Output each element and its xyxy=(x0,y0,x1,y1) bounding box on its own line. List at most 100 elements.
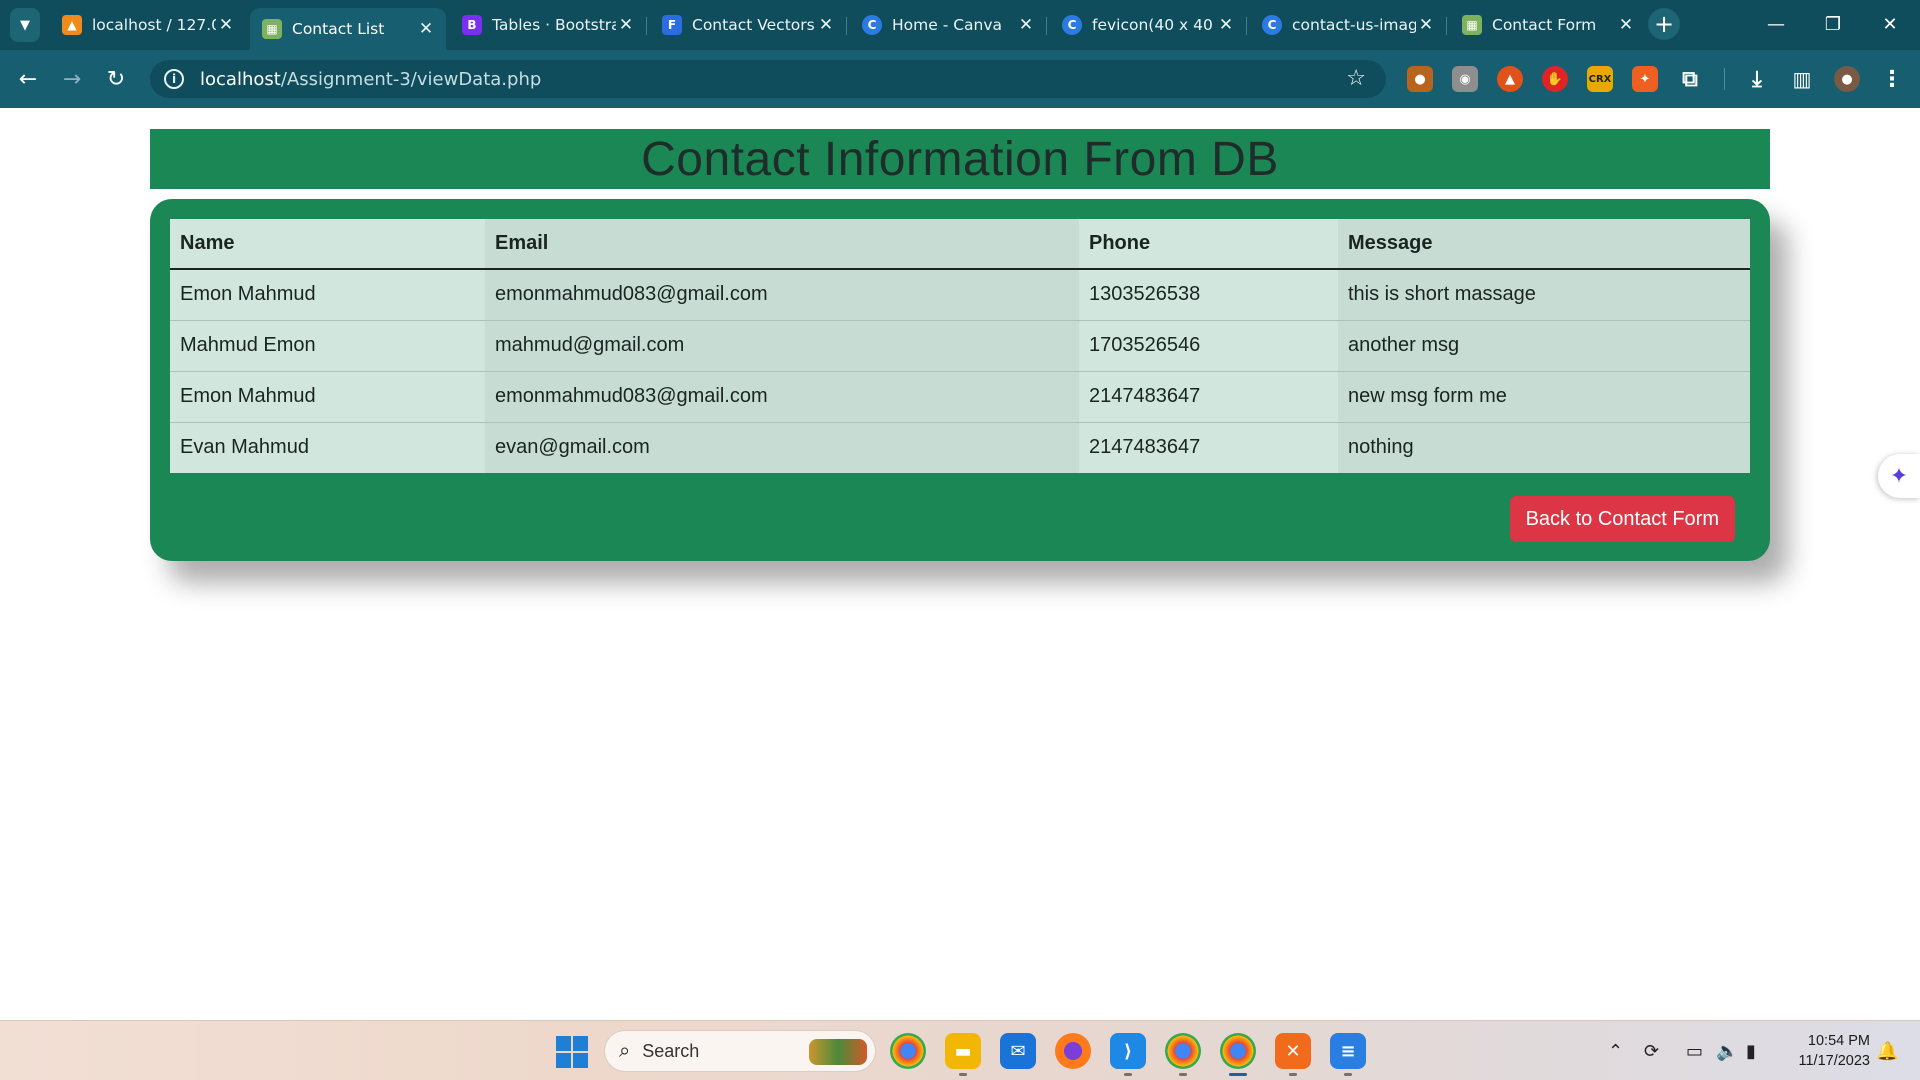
vscode-taskbar-icon[interactable]: ⟩ xyxy=(1110,1033,1146,1069)
cookie-extension-icon[interactable]: ● xyxy=(1407,66,1433,92)
mail-taskbar-icon[interactable]: ✉ xyxy=(1000,1033,1036,1069)
cell-message: this is short massage xyxy=(1338,268,1750,320)
chrome-active-taskbar-icon[interactable] xyxy=(1220,1033,1256,1069)
contacts-card: Name Email Phone Message Emon Mahmud emo… xyxy=(150,199,1770,561)
close-icon[interactable]: ✕ xyxy=(1216,15,1236,35)
file-explorer-taskbar-icon[interactable]: ▬ xyxy=(945,1033,981,1069)
plus-icon: + xyxy=(1653,10,1675,38)
tab-search-button[interactable]: ▼ xyxy=(10,8,40,42)
cell-email: mahmud@gmail.com xyxy=(485,319,1079,371)
cell-message: new msg form me xyxy=(1338,370,1750,422)
tab-phpmyadmin[interactable]: ▲ localhost / 127.0. ✕ xyxy=(50,8,246,42)
tab-contact-vectors[interactable]: F Contact Vectors, ✕ xyxy=(650,8,846,42)
tab-title: fevicon(40 x 40 p xyxy=(1092,16,1216,34)
page-header: Contact Information From DB xyxy=(150,129,1770,189)
url-path: /Assignment-3/viewData.php xyxy=(280,68,542,90)
notepad-taskbar-icon[interactable]: ≡ xyxy=(1330,1033,1366,1069)
minimize-button[interactable]: — xyxy=(1756,8,1796,40)
running-indicator xyxy=(1124,1073,1132,1076)
fire-extension-icon[interactable]: ▲ xyxy=(1497,66,1523,92)
network-icon[interactable]: ▭ xyxy=(1686,1037,1703,1065)
close-window-button[interactable]: ✕ xyxy=(1870,8,1910,40)
battery-icon[interactable]: ▮ xyxy=(1746,1037,1756,1065)
chrome-profile-taskbar-icon[interactable] xyxy=(1165,1033,1201,1069)
volume-icon[interactable]: 🔈 xyxy=(1716,1037,1738,1065)
close-icon[interactable]: ✕ xyxy=(216,15,236,35)
taskbar: ⌕ Search ▬ ✉ ⟩ ✕ ≡ ⌃ ⟳ ▭ 🔈 ▮ 10:54 PM 11… xyxy=(0,1020,1920,1080)
start-button[interactable] xyxy=(556,1036,588,1068)
extensions-puzzle-icon[interactable]: ⧉ xyxy=(1677,66,1703,92)
table-header-row: Name Email Phone Message xyxy=(170,219,1750,270)
show-hidden-icons-chevron-icon[interactable]: ⌃ xyxy=(1608,1037,1623,1065)
tab-canva-contact-image[interactable]: C contact-us-imag ✕ xyxy=(1250,8,1446,42)
ai-sparkle-button[interactable]: ✦ xyxy=(1878,454,1920,498)
close-icon[interactable]: ✕ xyxy=(416,19,436,39)
close-icon[interactable]: ✕ xyxy=(1016,15,1036,35)
search-icon: ⌕ xyxy=(619,1039,631,1062)
raccoon-extension-icon[interactable]: ◉ xyxy=(1452,66,1478,92)
clock-time: 10:54 PM xyxy=(1807,1033,1870,1049)
crx-extension-icon[interactable]: CRX xyxy=(1587,66,1613,92)
windows-logo-icon xyxy=(573,1053,588,1068)
firefox-taskbar-icon[interactable] xyxy=(1055,1033,1091,1069)
close-icon[interactable]: ✕ xyxy=(1616,15,1636,35)
close-icon: ✕ xyxy=(1882,13,1898,35)
tab-title: Contact List xyxy=(292,20,385,38)
system-clock[interactable]: 10:54 PM 11/17/2023 xyxy=(1782,1031,1871,1071)
notification-bell-icon[interactable]: 🔔 xyxy=(1876,1037,1898,1065)
reload-button[interactable]: ↻ xyxy=(100,63,132,95)
taskbar-search[interactable]: ⌕ Search xyxy=(604,1030,876,1072)
bookmark-star-icon[interactable]: ☆ xyxy=(1346,66,1366,91)
close-icon[interactable]: ✕ xyxy=(616,15,636,35)
column-header-email: Email xyxy=(485,219,1079,270)
cell-phone: 2147483647 xyxy=(1079,370,1338,422)
cell-phone: 1703526546 xyxy=(1079,319,1338,371)
tab-contact-list[interactable]: ▦ Contact List ✕ xyxy=(250,8,446,50)
back-to-contact-form-button[interactable]: Back to Contact Form xyxy=(1509,496,1735,542)
tab-canva-favicon[interactable]: C fevicon(40 x 40 p ✕ xyxy=(1050,8,1246,42)
column-header-phone: Phone xyxy=(1079,219,1338,270)
tab-title: Contact Form xyxy=(1492,16,1597,34)
tab-separator xyxy=(646,17,647,35)
tab-bootstrap-tables[interactable]: B Tables · Bootstrap ✕ xyxy=(450,8,646,42)
close-icon[interactable]: ✕ xyxy=(816,15,836,35)
chrome-taskbar-icon[interactable] xyxy=(890,1033,926,1069)
sparkle-icon: ✦ xyxy=(1889,463,1909,489)
cell-message: another msg xyxy=(1338,319,1750,371)
address-bar[interactable]: i localhost/Assignment-3/viewData.php ☆ xyxy=(150,60,1386,98)
sync-icon[interactable]: ⟳ xyxy=(1644,1037,1659,1065)
back-button[interactable]: ← xyxy=(12,63,44,95)
contacts-table: Name Email Phone Message Emon Mahmud emo… xyxy=(170,219,1750,473)
table-row: Mahmud Emon mahmud@gmail.com 1703526546 … xyxy=(170,319,1750,371)
tab-separator xyxy=(1246,17,1247,35)
forward-button[interactable]: → xyxy=(56,63,88,95)
cell-phone: 1303526538 xyxy=(1079,268,1338,320)
tab-title: Tables · Bootstrap xyxy=(492,16,616,34)
tab-title: Home - Canva xyxy=(892,16,1003,34)
site-favicon-icon: ▦ xyxy=(1462,15,1482,35)
stop-extension-icon[interactable]: ✋ xyxy=(1542,66,1568,92)
site-favicon-icon: ▦ xyxy=(262,19,282,39)
hand-extension-icon[interactable]: ✦ xyxy=(1632,66,1658,92)
windows-logo-icon xyxy=(573,1036,588,1051)
table-row: Evan Mahmud evan@gmail.com 2147483647 no… xyxy=(170,421,1750,473)
tab-contact-form[interactable]: ▦ Contact Form ✕ xyxy=(1450,8,1646,42)
side-panel-icon[interactable]: ▥ xyxy=(1789,66,1815,92)
download-icon[interactable]: ⤓ xyxy=(1744,66,1770,92)
column-header-name: Name xyxy=(170,219,485,270)
cell-email: emonmahmud083@gmail.com xyxy=(485,370,1079,422)
more-menu-icon[interactable]: ⋮ xyxy=(1879,66,1905,92)
restore-button[interactable]: ❐ xyxy=(1813,8,1853,40)
canva-favicon-icon: C xyxy=(1062,15,1082,35)
cell-name: Mahmud Emon xyxy=(170,319,485,371)
close-icon[interactable]: ✕ xyxy=(1416,15,1436,35)
toolbar-separator xyxy=(1724,68,1725,90)
arrow-left-icon: ← xyxy=(18,66,38,92)
xampp-taskbar-icon[interactable]: ✕ xyxy=(1275,1033,1311,1069)
tab-canva-home[interactable]: C Home - Canva ✕ xyxy=(850,8,1046,42)
site-info-icon[interactable]: i xyxy=(164,69,184,89)
new-tab-button[interactable]: + xyxy=(1648,8,1680,40)
column-header-message: Message xyxy=(1338,219,1750,270)
profile-avatar[interactable]: ● xyxy=(1834,66,1860,92)
tab-separator xyxy=(846,17,847,35)
